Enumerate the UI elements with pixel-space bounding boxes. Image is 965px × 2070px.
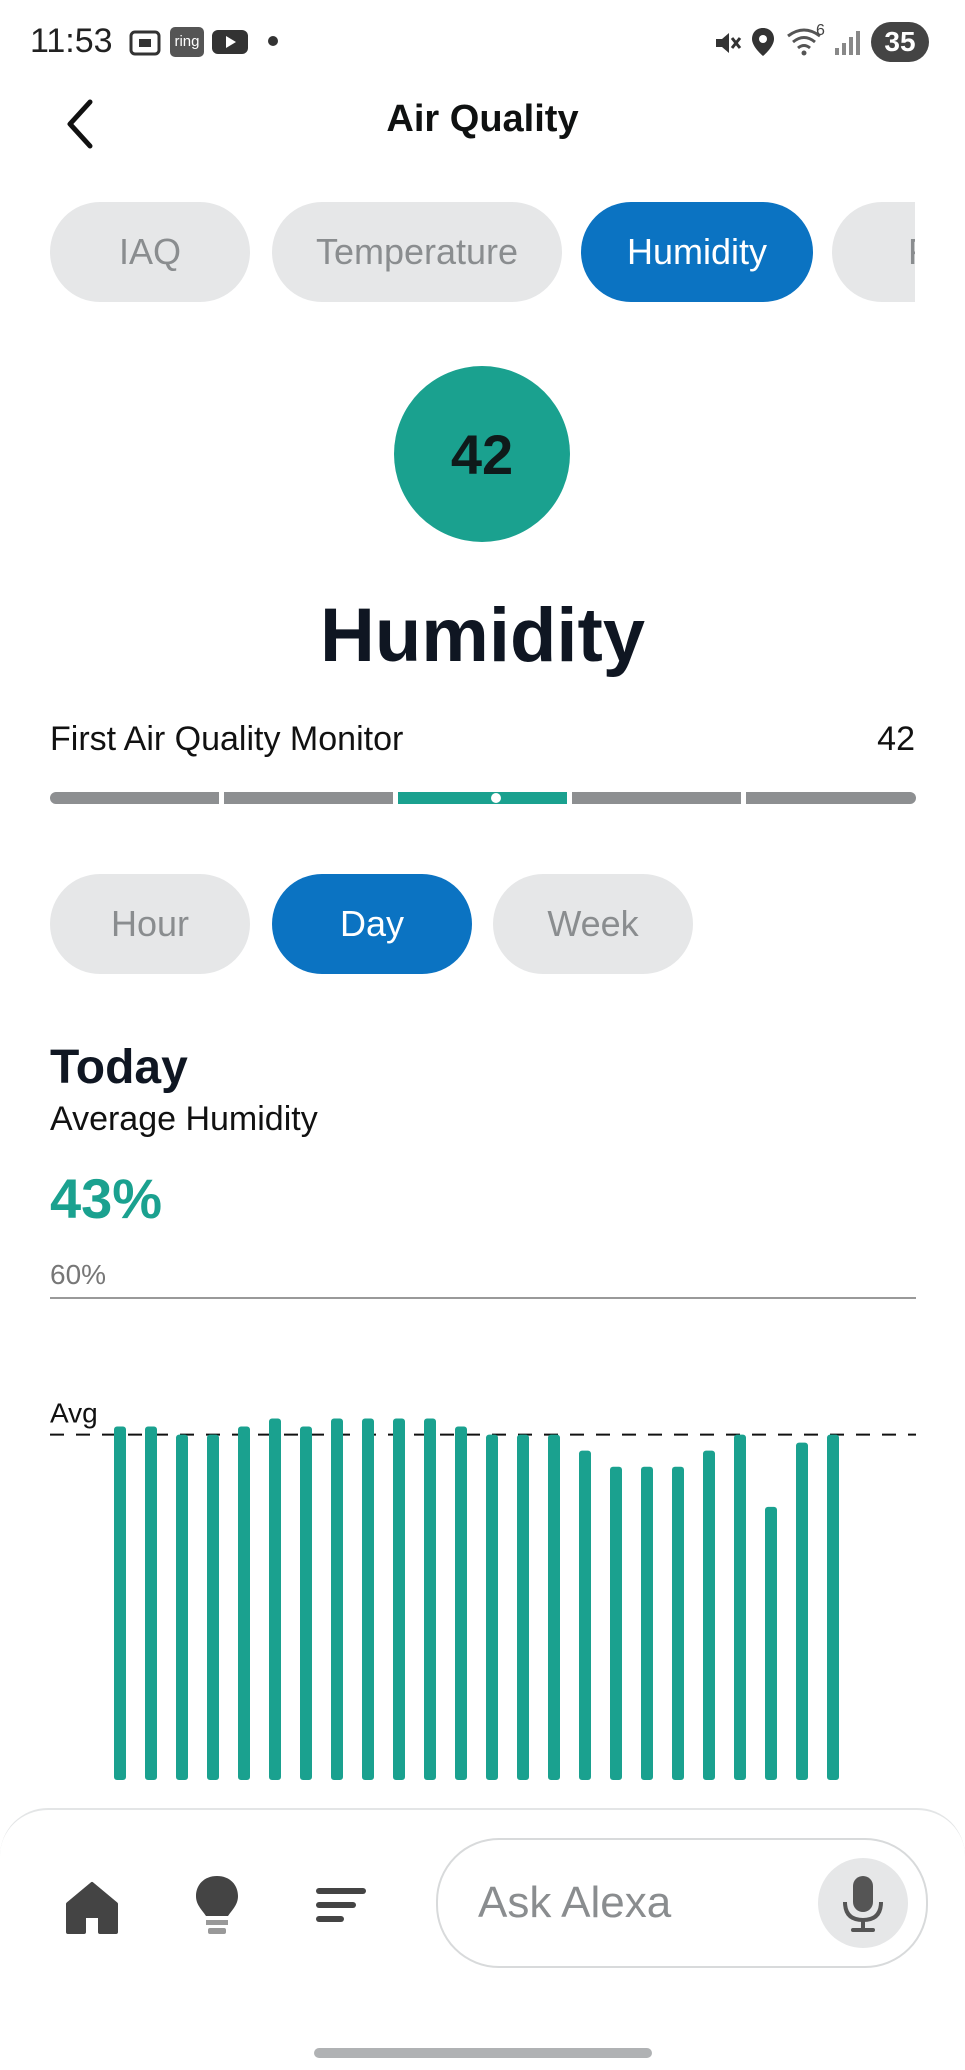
tab-partial[interactable]: P [832, 202, 915, 302]
battery-indicator: 35 [871, 22, 929, 62]
chart-bar [548, 1434, 560, 1780]
screenshot-icon [129, 30, 161, 56]
ask-alexa-placeholder: Ask Alexa [478, 1878, 672, 1927]
tab-humidity[interactable]: Humidity [581, 202, 813, 302]
chart-bar [703, 1450, 715, 1780]
chart-bar [114, 1426, 126, 1780]
chart-bar [362, 1418, 374, 1780]
tab-label: Humidity [626, 231, 768, 272]
bars-group [114, 1418, 839, 1780]
scale-segment [224, 792, 393, 804]
location-icon [752, 28, 774, 56]
home-indicator[interactable] [314, 2048, 652, 2058]
chart-bar [486, 1434, 498, 1780]
scale-marker [491, 793, 501, 803]
tab-temperature[interactable]: Temperature [272, 202, 562, 302]
range-hour[interactable]: Hour [50, 874, 250, 974]
wifi-badge: 6 [816, 22, 825, 39]
level-scale [50, 792, 916, 804]
period-title: Today [50, 1041, 188, 1094]
range-day[interactable]: Day [272, 874, 472, 974]
chart-bar [300, 1426, 312, 1780]
tab-label: Temperature [315, 231, 519, 272]
tab-label: IAQ [118, 231, 181, 272]
range-label: Week [547, 903, 639, 944]
chart-bar [145, 1426, 157, 1780]
average-label: Average Humidity [50, 1100, 318, 1138]
scale-segment-active [398, 792, 567, 804]
page-title: Air Quality [386, 98, 579, 140]
chart-bar [827, 1434, 839, 1780]
home-icon[interactable] [64, 1880, 120, 1936]
chart-bar [176, 1434, 188, 1780]
lightbulb-icon[interactable] [194, 1874, 240, 1938]
chart-bar [331, 1418, 343, 1780]
chart-bar [238, 1426, 250, 1780]
chart-bar [672, 1466, 684, 1780]
mute-icon [716, 33, 742, 53]
chart-bar [765, 1506, 777, 1780]
scale-segment [746, 792, 916, 804]
chart-bar [734, 1434, 746, 1780]
ask-alexa-field[interactable]: Ask Alexa [436, 1838, 928, 1968]
humidity-bar-chart: 60% Avg [50, 1259, 916, 1780]
status-bar: 11:53 ring 6 35 [0, 0, 965, 84]
chart-bar [269, 1418, 281, 1780]
current-value-badge: 42 [394, 366, 570, 542]
scale-segment [50, 792, 219, 804]
device-row: First Air Quality Monitor 42 [50, 720, 915, 759]
ring-icon: ring [170, 27, 204, 57]
metric-tabs: IAQ Temperature Humidity P [50, 202, 915, 302]
chart-bar [424, 1418, 436, 1780]
device-value: 42 [877, 720, 915, 758]
status-time: 11:53 [30, 22, 113, 60]
chart-bar [207, 1434, 219, 1780]
ring-icon-label: ring [174, 33, 200, 50]
list-icon[interactable] [314, 1884, 368, 1926]
chart-bar [641, 1466, 653, 1780]
microphone-icon [843, 1876, 883, 1932]
signal-icon [835, 31, 860, 55]
range-label: Hour [110, 903, 190, 944]
tab-label: P [908, 231, 915, 273]
notification-dot-icon [268, 36, 278, 46]
chart-bar [610, 1466, 622, 1780]
chart-bar [517, 1434, 529, 1780]
range-week[interactable]: Week [493, 874, 693, 974]
y-axis-top-label: 60% [50, 1259, 106, 1290]
chart-bar [455, 1426, 467, 1780]
metric-title: Humidity [319, 593, 646, 678]
device-name: First Air Quality Monitor [50, 720, 404, 758]
scale-segment [572, 792, 741, 804]
current-value: 42 [450, 422, 514, 486]
chart-bar [796, 1442, 808, 1780]
chart-bar [393, 1418, 405, 1780]
average-value: 43% [50, 1167, 163, 1230]
microphone-button[interactable] [818, 1858, 908, 1948]
chart-bar [579, 1450, 591, 1780]
avg-line-label: Avg [50, 1398, 98, 1429]
youtube-icon [212, 30, 248, 54]
tab-iaq[interactable]: IAQ [50, 202, 250, 302]
range-label: Day [339, 903, 405, 944]
